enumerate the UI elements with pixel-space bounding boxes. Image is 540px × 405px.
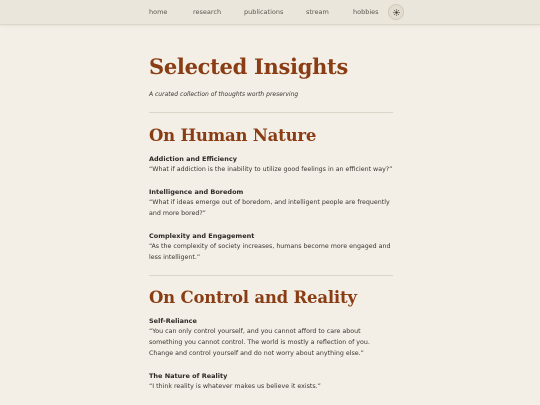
insight-quote: “You can only control yourself, and you … <box>149 327 370 357</box>
sun-icon <box>392 8 400 16</box>
insight-title: Complexity and Engagement <box>149 231 255 240</box>
divider <box>149 112 393 114</box>
insight-quote: “What if ideas emerge out of boredom, an… <box>149 198 390 217</box>
main-content: Selected Insights A curated collection o… <box>149 40 393 404</box>
insight-entry: The Nature of Reality “I think reality i… <box>149 371 393 392</box>
nav-link-hobbies[interactable]: hobbies <box>353 8 379 16</box>
insight-title: Self-Reliance <box>149 316 197 325</box>
section-title-human-nature: On Human Nature <box>149 126 317 146</box>
insight-entry: Complexity and Engagement “As the comple… <box>149 231 393 263</box>
insight-entry: Self-Reliance “You can only control your… <box>149 316 393 359</box>
insight-title: Addiction and Efficiency <box>149 154 237 163</box>
insight-entry: Intelligence and Boredom “What if ideas … <box>149 187 393 219</box>
nav-link-home[interactable]: home <box>149 8 167 16</box>
insight-quote: “I think reality is whatever makes us be… <box>149 382 321 390</box>
divider <box>149 274 393 276</box>
insight-entry: Addiction and Efficiency “What if addict… <box>149 154 393 175</box>
nav-link-research[interactable]: research <box>193 8 221 16</box>
nav-link-stream[interactable]: stream <box>306 8 329 16</box>
page-title: Selected Insights <box>149 54 348 79</box>
insight-quote: “What if addiction is the inability to u… <box>149 165 393 173</box>
page-subtitle: A curated collection of thoughts worth p… <box>149 91 299 99</box>
insight-title: Intelligence and Boredom <box>149 187 244 196</box>
section-title-control-reality: On Control and Reality <box>149 287 357 307</box>
insight-quote: “As the complexity of society increases,… <box>149 242 391 261</box>
insight-title: The Nature of Reality <box>149 371 228 380</box>
nav-link-publications[interactable]: publications <box>244 8 283 16</box>
top-navigation-bar: home research publications stream hobbie… <box>0 0 540 25</box>
theme-toggle-button[interactable] <box>388 4 404 20</box>
